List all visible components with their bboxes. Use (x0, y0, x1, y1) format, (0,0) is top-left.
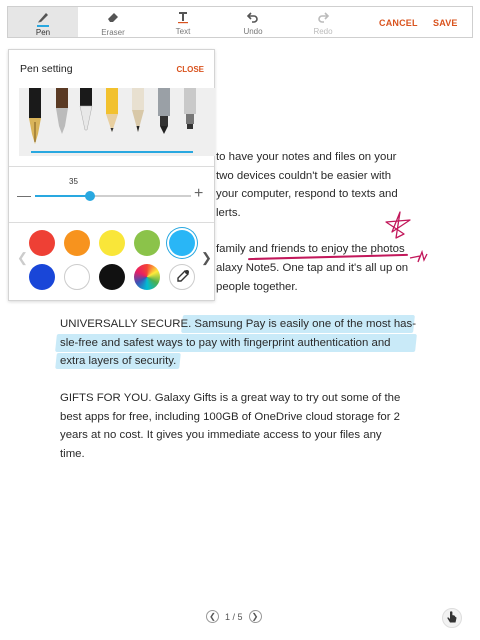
panel-title: Pen setting (20, 63, 73, 75)
increase-size-button[interactable]: + (194, 185, 203, 203)
color-swatch-red[interactable] (29, 230, 55, 256)
decrease-size-button[interactable]: — (17, 187, 31, 203)
text-line: alaxy Note5. One tap and it's all up on (216, 262, 409, 274)
next-page-button[interactable]: ❯ (248, 610, 262, 623)
page-navigator: ❮ 1 / 5 ❯ (206, 610, 262, 623)
divider (9, 222, 214, 223)
previous-page-button[interactable]: ❮ (206, 610, 219, 623)
hand-pointer-icon[interactable] (442, 608, 462, 628)
text-line: to have your notes and files on your (216, 151, 397, 163)
color-swatch-green[interactable] (134, 230, 160, 256)
marker-pen-icon[interactable] (129, 88, 147, 136)
chevron-left-icon[interactable]: ❮ (17, 250, 28, 266)
eyedropper-icon (177, 270, 189, 282)
color-swatch-sky-blue[interactable] (169, 230, 195, 256)
color-swatch-yellow[interactable] (99, 230, 125, 256)
squiggle-doodle (409, 249, 428, 263)
text-line: UNIVERSALLY SECURE. Samsung Pay is easil… (60, 318, 417, 330)
highlighter-icon[interactable] (181, 88, 199, 132)
fountain-pen-icon[interactable] (25, 88, 45, 152)
text-line: two devices couldn't be easier with (216, 170, 392, 182)
page-indicator: 1 / 5 (225, 611, 243, 622)
text-line: your computer, respond to texts and (216, 188, 398, 200)
close-button[interactable]: CLOSE (176, 65, 204, 74)
pen-setting-panel: Pen setting CLOSE 35 — + ❮ ❯ (8, 49, 215, 301)
calligraphy-pen-icon[interactable] (53, 88, 71, 138)
size-slider-thumb[interactable] (84, 191, 95, 201)
pencil-icon[interactable] (103, 88, 121, 136)
text-line: best apps for free, including 100GB of O… (60, 411, 401, 423)
text-line: people together. (216, 281, 298, 293)
star-doodle (385, 211, 411, 239)
color-swatch-blue[interactable] (29, 264, 55, 290)
eyedropper-button[interactable] (169, 264, 195, 290)
text-line: lerts. (216, 207, 241, 219)
color-swatch-white[interactable] (64, 264, 90, 290)
size-value: 35 (69, 177, 78, 186)
color-swatch-orange[interactable] (64, 230, 90, 256)
text-line: extra layers of security. (60, 355, 177, 367)
brush-pen-icon[interactable] (77, 88, 95, 134)
size-slider-fill (35, 195, 90, 197)
color-palette-icon[interactable] (134, 264, 160, 290)
text-line: GIFTS FOR YOU. Galaxy Gifts is a great w… (60, 392, 401, 404)
text-line: time. (60, 448, 85, 460)
size-slider[interactable] (35, 191, 191, 201)
divider (9, 166, 214, 167)
color-swatch-black[interactable] (99, 264, 125, 290)
ballpoint-pen-icon[interactable] (155, 88, 173, 136)
text-line: sle-free and safest ways to pay with fin… (60, 337, 391, 349)
stroke-preview (31, 151, 193, 153)
text-line: years at no cost. It gives you immediate… (60, 429, 382, 441)
pen-type-selector (19, 88, 215, 156)
chevron-right-icon[interactable]: ❯ (201, 250, 212, 266)
